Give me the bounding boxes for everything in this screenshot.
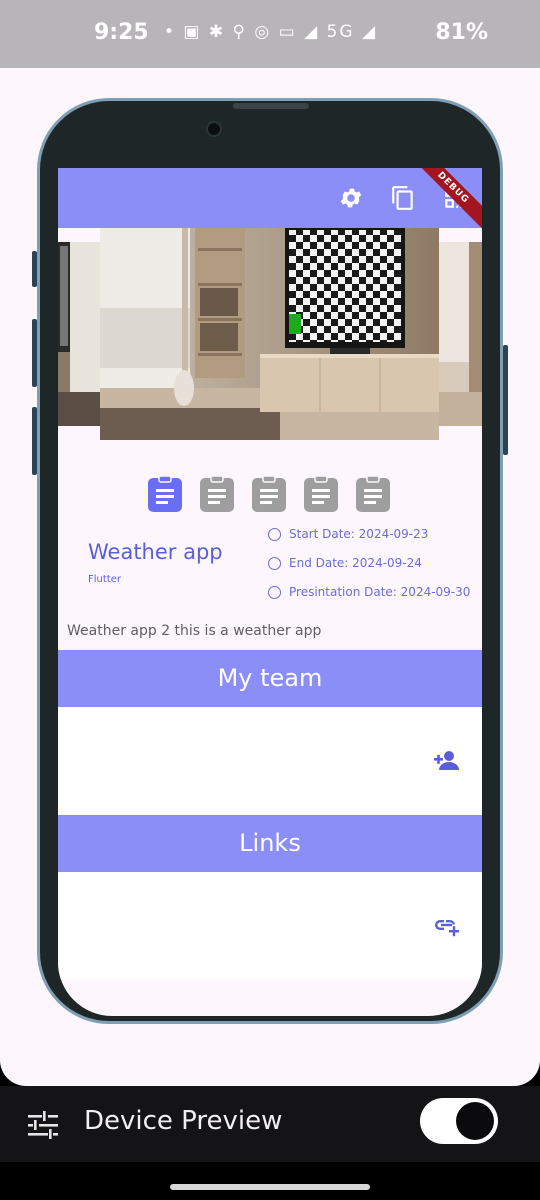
system-nav-area bbox=[0, 1162, 540, 1200]
radio-icon[interactable] bbox=[268, 586, 281, 599]
project-description: Weather app 2 this is a weather app bbox=[67, 623, 322, 639]
status-icons: • ▣ ✱ ⚲ ◎ ▭ ◢ 5G ◢ bbox=[164, 22, 378, 42]
team-section-body bbox=[58, 707, 482, 815]
image-carousel[interactable] bbox=[58, 228, 482, 440]
phone-button bbox=[32, 407, 37, 475]
phone-frame: Weather app Flutter Start Date: 2024-09-… bbox=[32, 98, 508, 1024]
gear-icon[interactable] bbox=[338, 185, 364, 211]
project-subtitle: Flutter bbox=[88, 574, 121, 585]
status-battery: 81% bbox=[435, 20, 488, 45]
links-section-header: Links bbox=[58, 815, 482, 872]
radio-icon[interactable] bbox=[268, 528, 281, 541]
status-bar: 9:25 • ▣ ✱ ⚲ ◎ ▭ ◢ 5G ◢ 81% bbox=[0, 0, 540, 68]
tune-icon[interactable] bbox=[28, 1110, 58, 1140]
home-gesture-handle[interactable] bbox=[170, 1184, 370, 1190]
device-preview-toolbar: Device Preview bbox=[0, 1086, 540, 1162]
presentation-date: Presintation Date: 2024-09-30 bbox=[289, 585, 471, 599]
phone-speaker bbox=[233, 103, 309, 109]
links-section-body bbox=[58, 872, 482, 980]
step-clipboard-icon[interactable] bbox=[252, 476, 286, 512]
radio-icon[interactable] bbox=[268, 557, 281, 570]
device-preview-host: Weather app Flutter Start Date: 2024-09-… bbox=[0, 68, 540, 1086]
phone-camera bbox=[206, 121, 222, 137]
copy-icon[interactable] bbox=[390, 185, 416, 211]
step-clipboard-icon[interactable] bbox=[304, 476, 338, 512]
phone-button bbox=[32, 319, 37, 387]
end-date: End Date: 2024-09-24 bbox=[289, 556, 422, 570]
app-bar bbox=[58, 168, 482, 228]
carousel-slide-current[interactable] bbox=[100, 228, 439, 440]
step-clipboard-icon[interactable] bbox=[356, 476, 390, 512]
add-link-icon[interactable] bbox=[434, 912, 460, 938]
project-title: Weather app bbox=[88, 540, 223, 564]
app-screen: Weather app Flutter Start Date: 2024-09-… bbox=[58, 168, 482, 1016]
device-preview-toggle[interactable] bbox=[420, 1098, 498, 1144]
toggle-knob bbox=[456, 1102, 494, 1140]
step-indicator bbox=[148, 476, 398, 516]
step-clipboard-icon-active[interactable] bbox=[148, 476, 182, 512]
carousel-slide-previous[interactable] bbox=[58, 242, 100, 426]
status-time: 9:25 bbox=[94, 20, 149, 45]
step-clipboard-icon[interactable] bbox=[200, 476, 234, 512]
phone-button bbox=[32, 251, 37, 287]
carousel-slide-next[interactable] bbox=[439, 242, 482, 426]
phone-button bbox=[503, 345, 508, 455]
team-section-header: My team bbox=[58, 650, 482, 707]
person-add-icon[interactable] bbox=[434, 748, 460, 774]
toolbar-title: Device Preview bbox=[84, 1106, 283, 1136]
start-date: Start Date: 2024-09-23 bbox=[289, 527, 429, 541]
